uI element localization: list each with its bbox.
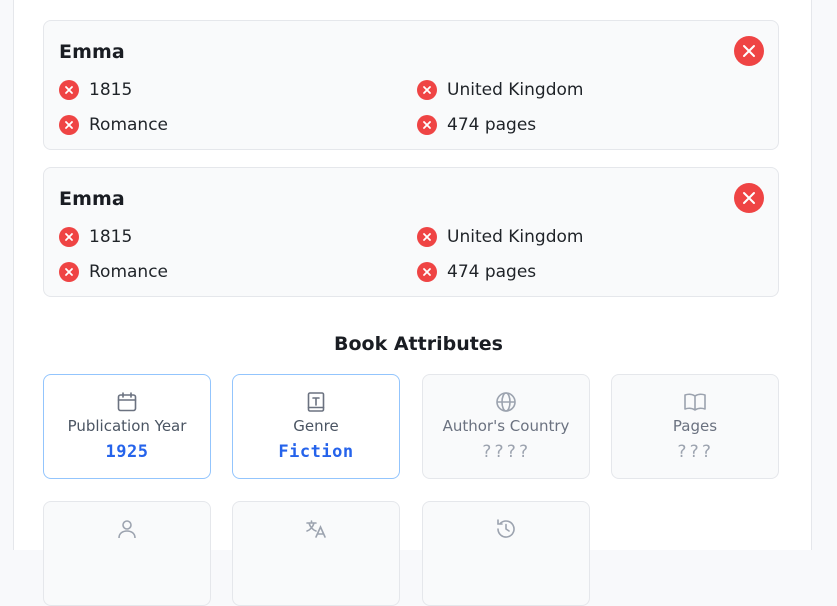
incorrect-icon xyxy=(59,115,79,135)
tile-value: ??? xyxy=(676,442,714,462)
guess-title: Emma xyxy=(59,41,125,63)
incorrect-icon xyxy=(59,80,79,100)
guess-country-value: United Kingdom xyxy=(447,227,584,247)
guess-title: Emma xyxy=(59,188,125,210)
tile-label: Publication Year xyxy=(67,417,187,435)
guess-country: United Kingdom xyxy=(417,227,583,247)
guess-year: 1815 xyxy=(59,227,132,247)
guess-genre-value: Romance xyxy=(89,115,169,135)
calendar-icon xyxy=(117,392,137,412)
remove-guess-button[interactable] xyxy=(734,36,764,66)
guess-country-value: United Kingdom xyxy=(447,80,584,100)
tile-publication-year[interactable]: Publication Year 1925 xyxy=(43,374,211,479)
incorrect-icon xyxy=(417,262,437,282)
guess-pages: 474 pages xyxy=(417,115,536,135)
tile-author[interactable] xyxy=(43,501,211,606)
incorrect-icon xyxy=(59,227,79,247)
tile-language[interactable] xyxy=(232,501,400,606)
guess-genre: Romance xyxy=(59,115,168,135)
tile-genre[interactable]: Genre Fiction xyxy=(232,374,400,479)
incorrect-icon xyxy=(417,115,437,135)
guess-year: 1815 xyxy=(59,80,132,100)
remove-guess-button[interactable] xyxy=(734,183,764,213)
globe-icon xyxy=(496,392,516,412)
guess-genre: Romance xyxy=(59,262,168,282)
tile-label: Genre xyxy=(293,417,339,435)
guess-pages: 474 pages xyxy=(417,262,536,282)
tile-label: Pages xyxy=(672,417,718,435)
incorrect-icon xyxy=(417,80,437,100)
guess-year-value: 1815 xyxy=(89,227,133,247)
book-icon xyxy=(307,392,325,412)
guess-year-value: 1815 xyxy=(89,80,133,100)
open-book-icon xyxy=(684,393,706,411)
person-icon xyxy=(118,520,136,539)
guess-country: United Kingdom xyxy=(417,80,583,100)
book-attributes-heading: Book Attributes xyxy=(334,333,503,355)
history-icon xyxy=(497,519,515,538)
guess-card: Emma 1815 United Kingdom Romance 474 pag… xyxy=(43,20,779,150)
close-icon xyxy=(743,45,755,57)
guess-genre-value: Romance xyxy=(89,262,169,282)
tile-value: 1925 xyxy=(105,442,149,462)
incorrect-icon xyxy=(59,262,79,282)
tile-value: ???? xyxy=(481,442,531,462)
guess-pages-value: 474 pages xyxy=(447,115,537,135)
guess-pages-value: 474 pages xyxy=(447,262,537,282)
tile-label: Author's Country xyxy=(442,417,570,435)
tile-authors-country[interactable]: Author's Country ???? xyxy=(422,374,590,479)
tile-value: Fiction xyxy=(278,442,354,462)
close-icon xyxy=(743,192,755,204)
guess-card: Emma 1815 United Kingdom Romance 474 pag… xyxy=(43,167,779,297)
tile-pages[interactable]: Pages ??? xyxy=(611,374,779,479)
translate-icon xyxy=(306,520,326,538)
incorrect-icon xyxy=(417,227,437,247)
tile-era[interactable] xyxy=(422,501,590,606)
